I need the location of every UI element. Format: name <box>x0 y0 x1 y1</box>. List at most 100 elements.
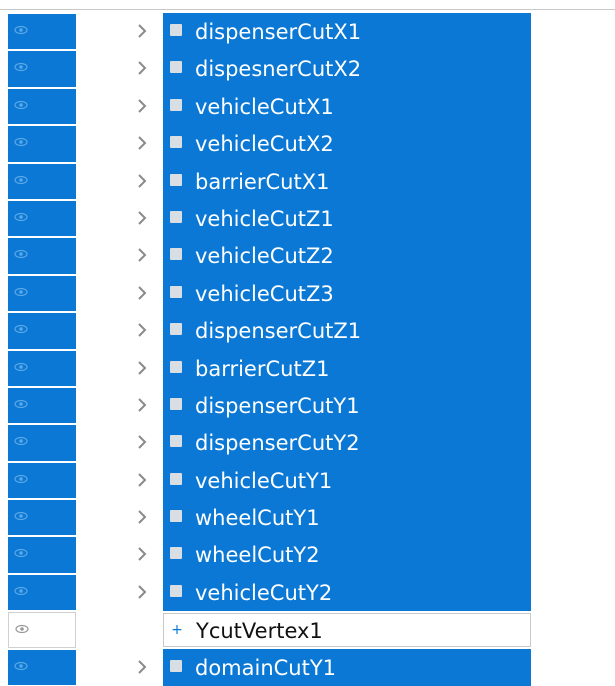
visibility-toggle[interactable] <box>8 574 76 611</box>
chevron-right-icon[interactable] <box>132 281 152 305</box>
tree-item[interactable]: wheelCutY2 <box>163 536 531 574</box>
chevron-right-icon[interactable] <box>132 542 152 566</box>
visibility-toggle[interactable] <box>8 126 76 162</box>
chevron-right-icon[interactable] <box>132 243 152 267</box>
tree-item[interactable]: dispenserCutY1 <box>163 386 531 425</box>
eye-icon <box>14 436 28 448</box>
eye-icon <box>14 100 28 112</box>
chevron-right-icon[interactable] <box>132 393 152 417</box>
tree-item[interactable]: + YcutVertex1 <box>163 613 531 648</box>
tree-row[interactable]: vehicleCutY2 <box>0 573 615 612</box>
tree-item[interactable]: barrierCutZ1 <box>163 349 531 387</box>
visibility-toggle[interactable] <box>8 387 76 424</box>
tree-row[interactable]: dispenserCutY2 <box>0 424 615 462</box>
visibility-toggle[interactable] <box>8 500 76 536</box>
cut-plane-icon <box>170 24 182 36</box>
tree-row[interactable]: dispenserCutZ1 <box>0 312 615 350</box>
cut-plane-icon <box>170 285 182 298</box>
tree-item[interactable]: dispenserCutZ1 <box>163 312 531 350</box>
cut-plane-icon <box>170 584 182 597</box>
tree-item[interactable]: vehicleCutY1 <box>163 461 531 500</box>
tree-item[interactable]: domainCutY1 <box>163 648 531 686</box>
eye-icon <box>14 212 28 224</box>
chevron-right-icon[interactable] <box>132 580 152 604</box>
visibility-toggle[interactable] <box>8 275 76 312</box>
visibility-toggle[interactable] <box>8 537 76 573</box>
visibility-toggle[interactable] <box>8 163 76 199</box>
chevron-right-icon[interactable] <box>132 56 152 80</box>
cut-plane-icon <box>170 248 182 261</box>
visibility-toggle[interactable] <box>8 612 76 648</box>
tree-item[interactable]: vehicleCutZ1 <box>163 199 531 238</box>
eye-icon <box>14 548 28 560</box>
tree-item-label: dispenserCutY2 <box>195 431 360 456</box>
visibility-toggle[interactable] <box>8 649 76 686</box>
tree-item[interactable]: vehicleCutZ2 <box>163 237 531 275</box>
tree-row[interactable]: vehicleCutX1 <box>0 87 615 126</box>
tree-row[interactable]: vehicleCutZ3 <box>0 274 615 313</box>
chevron-right-icon[interactable] <box>132 318 152 342</box>
visibility-toggle[interactable] <box>8 200 76 237</box>
tree-item[interactable]: vehicleCutX1 <box>163 87 531 126</box>
chevron-right-icon[interactable] <box>132 505 152 529</box>
tree-item[interactable]: wheelCutY1 <box>163 499 531 537</box>
cut-plane-icon <box>170 435 182 448</box>
tree-item-label: dispenserCutX1 <box>195 20 362 44</box>
cut-plane-icon <box>170 61 182 74</box>
tree-row[interactable]: barrierCutZ1 <box>0 349 615 387</box>
chevron-right-icon[interactable] <box>132 356 152 380</box>
tree-item-label: YcutVertex1 <box>196 619 323 644</box>
header-divider <box>0 9 615 10</box>
tree-row[interactable]: dispenserCutX1 <box>0 13 615 51</box>
tree-row[interactable]: wheelCutY1 <box>0 499 615 537</box>
chevron-right-icon[interactable] <box>132 94 152 118</box>
visibility-toggle[interactable] <box>8 238 76 274</box>
cut-plane-icon <box>170 659 182 672</box>
pipeline-tree: dispenserCutX1 dispesnerCutX2 vehicleCutX1… <box>0 13 615 686</box>
tree-item[interactable]: barrierCutX1 <box>163 162 531 200</box>
chevron-right-icon[interactable] <box>132 169 152 193</box>
tree-row[interactable]: vehicleCutZ1 <box>0 199 615 238</box>
tree-item-label: vehicleCutY1 <box>195 468 333 493</box>
tree-item-label: wheelCutY1 <box>195 506 320 531</box>
tree-row[interactable]: dispenserCutY1 <box>0 386 615 425</box>
chevron-right-icon[interactable] <box>132 19 152 43</box>
chevron-right-icon[interactable] <box>132 468 152 492</box>
tree-row[interactable]: vehicleCutY1 <box>0 461 615 500</box>
tree-item[interactable]: vehicleCutZ3 <box>163 274 531 313</box>
tree-row[interactable]: vehicleCutZ2 <box>0 237 615 275</box>
eye-icon <box>14 175 28 187</box>
chevron-right-icon[interactable] <box>132 430 152 454</box>
tree-row[interactable]: barrierCutX1 <box>0 162 615 200</box>
chevron-right-icon[interactable] <box>132 655 152 679</box>
cut-plane-icon <box>170 136 182 149</box>
tree-row[interactable]: wheelCutY2 <box>0 536 615 574</box>
tree-item[interactable]: vehicleCutY2 <box>163 573 531 612</box>
eye-icon <box>14 137 28 149</box>
tree-item[interactable]: dispesnerCutX2 <box>163 50 531 88</box>
tree-item-label: vehicleCutX1 <box>195 94 334 119</box>
visibility-toggle[interactable] <box>8 51 76 87</box>
visibility-toggle[interactable] <box>8 313 76 349</box>
tree-item-label: vehicleCutY2 <box>195 580 333 605</box>
tree-item-label: dispesnerCutX2 <box>195 57 362 82</box>
tree-item[interactable]: vehicleCutX2 <box>163 125 531 163</box>
tree-row[interactable]: dispesnerCutX2 <box>0 50 615 88</box>
tree-row[interactable]: + YcutVertex1 <box>0 611 615 648</box>
cut-plane-icon <box>170 472 182 485</box>
visibility-toggle[interactable] <box>8 14 76 50</box>
cut-plane-icon <box>170 397 182 410</box>
tree-item-label: vehicleCutZ1 <box>195 206 334 231</box>
chevron-right-icon[interactable] <box>132 131 152 155</box>
visibility-toggle[interactable] <box>8 425 76 461</box>
visibility-toggle[interactable] <box>8 462 76 499</box>
tree-item[interactable]: dispenserCutY2 <box>163 424 531 462</box>
cut-plane-icon <box>170 510 182 523</box>
tree-row[interactable]: vehicleCutX2 <box>0 125 615 163</box>
tree-row[interactable]: domainCutY1 <box>0 648 615 686</box>
chevron-right-icon[interactable] <box>132 206 152 230</box>
tree-item[interactable]: dispenserCutX1 <box>163 13 531 51</box>
visibility-toggle[interactable] <box>8 88 76 125</box>
visibility-toggle[interactable] <box>8 350 76 386</box>
eye-icon <box>14 362 28 374</box>
